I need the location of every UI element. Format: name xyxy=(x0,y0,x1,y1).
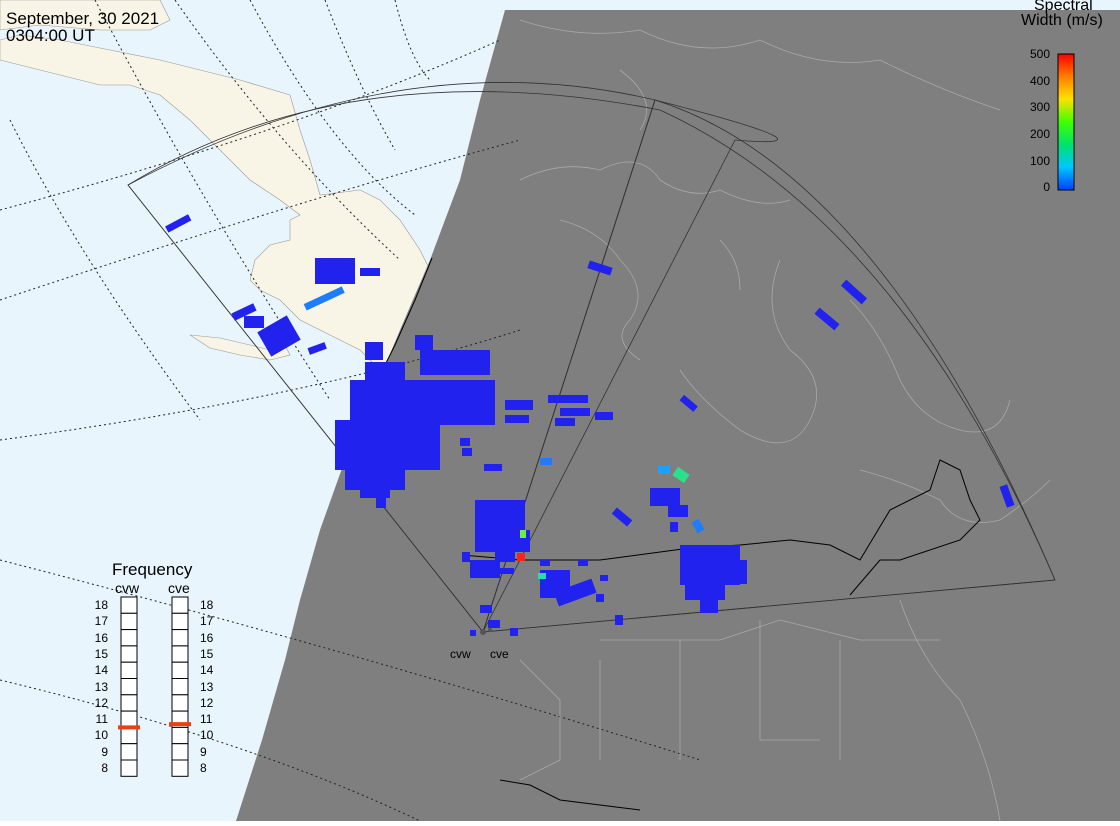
frequency-gauge-cell xyxy=(171,645,189,663)
frequency-gauge-cell xyxy=(120,661,138,680)
frequency-tick-right: 14 xyxy=(200,663,214,678)
frequency-marker-cvw xyxy=(118,725,140,730)
frequency-gauge-cell xyxy=(171,612,189,631)
frequency-tick-right: 16 xyxy=(200,630,214,645)
frequency-gauge-cell xyxy=(171,743,189,761)
frequency-title: Frequency xyxy=(112,560,193,579)
colorbar-tick-label: 200 xyxy=(1029,127,1050,141)
frequency-tick-right: 17 xyxy=(200,614,214,629)
site-label-cve: cve xyxy=(490,647,509,661)
frequency-tick-right: 9 xyxy=(200,744,207,759)
colorbar-tick-label: 500 xyxy=(1029,47,1050,61)
site-label-cvw: cvw xyxy=(450,647,471,661)
frequency-tick-right: 8 xyxy=(200,761,207,775)
frequency-tick-left: 11 xyxy=(95,712,108,727)
frequency-gauge-cell xyxy=(120,645,138,663)
frequency-tick-left: 9 xyxy=(101,744,108,759)
frequency-gauge-cell xyxy=(120,710,138,728)
colorbar-tick-label: 400 xyxy=(1029,73,1050,88)
frequency-gauge-cell xyxy=(120,726,138,745)
time-label: 0304:00 UT xyxy=(6,26,95,45)
frequency-gauge-cell xyxy=(171,629,189,647)
frequency-tick-left: 14 xyxy=(94,663,108,678)
frequency-gauge-cell xyxy=(120,596,138,614)
frequency-tick-left: 18 xyxy=(94,598,108,612)
map-canvas xyxy=(0,0,1120,822)
frequency-tick-right: 12 xyxy=(200,695,214,710)
frequency-gauge-cell xyxy=(120,743,138,761)
frequency-gauge-cell xyxy=(171,694,189,712)
frequency-tick-left: 15 xyxy=(94,646,108,661)
frequency-gauge-cell xyxy=(171,661,189,680)
frequency-radar-cvw-label: cvw xyxy=(115,580,140,596)
radar-site-cvw[interactable] xyxy=(480,629,486,635)
frequency-tick-left: 17 xyxy=(94,614,108,629)
frequency-gauge-cell xyxy=(171,759,189,777)
frequency-gauge-cell xyxy=(171,726,189,745)
frequency-gauge-cell xyxy=(120,629,138,647)
frequency-tick-left: 12 xyxy=(94,695,108,710)
colorbar xyxy=(1057,53,1075,191)
frequency-tick-left: 10 xyxy=(94,728,108,743)
date-label: September, 30 2021 xyxy=(6,9,160,28)
frequency-gauge-cell xyxy=(171,596,189,614)
frequency-gauge-cell xyxy=(120,694,138,712)
colorbar-tick-label: 100 xyxy=(1029,153,1050,168)
frequency-tick-left: 13 xyxy=(94,679,108,694)
frequency-tick-left: 8 xyxy=(101,761,108,775)
frequency-marker-cve xyxy=(169,722,191,727)
frequency-gauge-cell xyxy=(171,678,189,696)
colorbar-title-line2: Width (m/s) xyxy=(1021,12,1103,29)
frequency-radar-cve-label: cve xyxy=(168,580,190,596)
radar-site-cve[interactable] xyxy=(488,628,492,632)
map-view[interactable]: September, 30 2021 0304:00 UT Spectral W… xyxy=(0,0,1120,822)
colorbar-tick-label: 0 xyxy=(1043,180,1050,195)
frequency-tick-right: 10 xyxy=(200,728,214,743)
frequency-tick-left: 16 xyxy=(94,630,108,645)
frequency-gauge-cell xyxy=(120,678,138,696)
frequency-gauge-cell xyxy=(120,612,138,631)
frequency-tick-right: 13 xyxy=(200,679,214,694)
frequency-tick-right: 18 xyxy=(200,598,214,612)
frequency-tick-right: 15 xyxy=(200,646,214,661)
frequency-tick-right: 11 xyxy=(200,712,213,727)
colorbar-tick-label: 300 xyxy=(1029,100,1050,115)
frequency-gauge-cell xyxy=(120,759,138,777)
